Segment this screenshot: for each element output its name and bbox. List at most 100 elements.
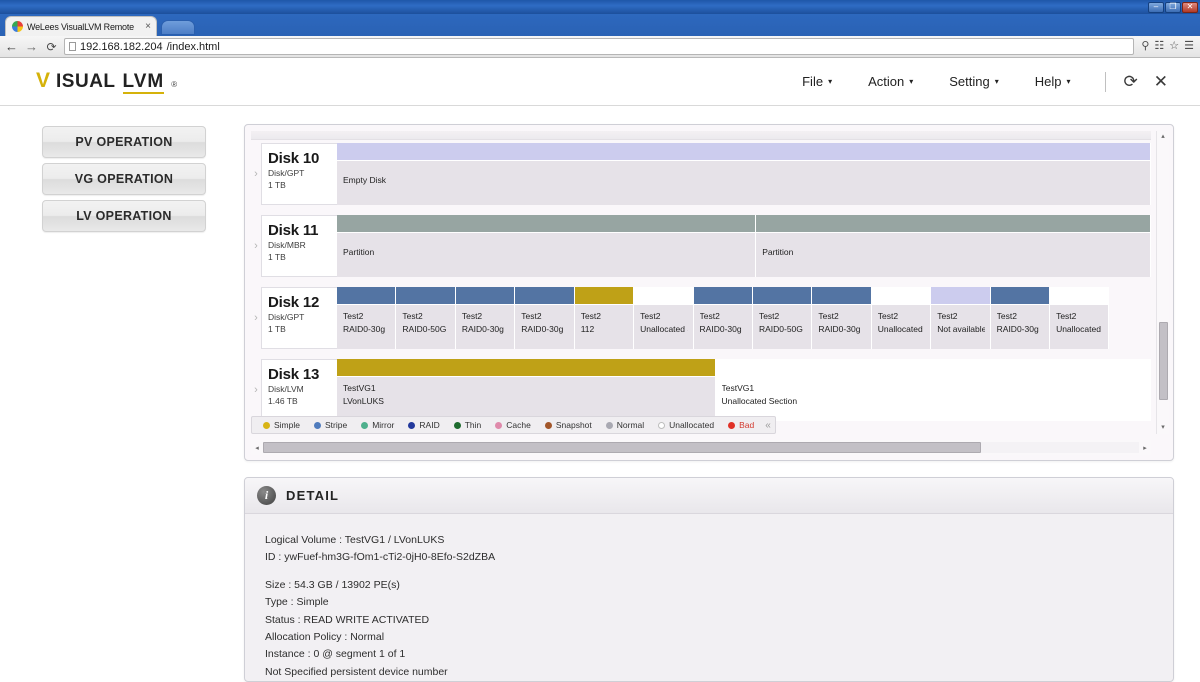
disk-segment[interactable]: Test2 RAID0-30g: [990, 287, 1051, 349]
window-close-button[interactable]: ✕: [1182, 1, 1198, 13]
disk-expand-icon[interactable]: ›: [251, 359, 261, 421]
disk-segment[interactable]: Test2 112: [574, 287, 635, 349]
segment-volume-label: RAID0-30g: [521, 324, 564, 335]
detail-persistent-device: Not Specified persistent device number: [265, 665, 448, 678]
sidebar-item-label: VG OPERATION: [74, 172, 174, 186]
detail-status: Status : READ WRITE ACTIVATED: [265, 613, 430, 626]
browser-tab[interactable]: WeLees VisualLVM Remote ×: [5, 16, 157, 36]
segment-color-bar: [812, 287, 871, 304]
menu-action[interactable]: Action ▾: [850, 70, 931, 93]
disk-expand-icon[interactable]: ›: [251, 287, 261, 349]
disk-segment[interactable]: Test2 RAID0-30g: [337, 287, 397, 349]
legend-collapse-icon[interactable]: «: [761, 420, 771, 431]
disk-segment[interactable]: Test2 RAID0-50G: [396, 287, 456, 349]
segment-group-label: Test2: [461, 311, 483, 321]
sidebar-item-vg-operation[interactable]: VG OPERATION: [42, 163, 206, 195]
detail-id: ID : ywFuef-hm3G-fOm1-cTi2-0jH0-8Efo-S2d…: [265, 550, 496, 563]
url-path: /index.html: [166, 40, 220, 53]
app-logo: V ISUAL LVM ®: [36, 69, 177, 94]
main-content: › Disk 10 Disk/GPT 1 TB Empty Disk › Disk 11 Di…: [240, 106, 1200, 682]
scroll-down-icon[interactable]: ▾: [1161, 422, 1165, 434]
legend-color-dot: [544, 421, 552, 429]
legend-label: Cache: [506, 420, 531, 431]
segment-color-bar: [337, 287, 396, 304]
legend-color-dot: [453, 421, 461, 429]
disk-size: 1 TB: [268, 180, 286, 191]
scroll-right-icon[interactable]: ▸: [1139, 444, 1151, 452]
disk-row[interactable]: › Disk 13 Disk/LVM 1.46 TB TestVG1 LVonLUKS Te…: [251, 359, 1151, 421]
legend-item: Snapshot: [538, 420, 599, 430]
disk-segment[interactable]: Test2 RAID0-50G: [752, 287, 813, 349]
segment-color-bar: [752, 287, 812, 304]
hscroll-thumb[interactable]: [263, 442, 982, 454]
vscroll-thumb[interactable]: [1159, 321, 1168, 400]
legend-color-dot: [728, 421, 736, 429]
menu-setting[interactable]: Setting ▾: [931, 70, 1017, 93]
scroll-left-icon[interactable]: ◂: [251, 444, 263, 452]
new-tab-button[interactable]: [161, 20, 195, 35]
window-restore-button[interactable]: ❐: [1165, 1, 1181, 13]
window-minimize-button[interactable]: –: [1148, 1, 1164, 13]
reload-icon[interactable]: ⟳: [44, 41, 59, 53]
disk-expand-icon[interactable]: ›: [251, 215, 261, 277]
legend-item: Unallocated: [651, 420, 721, 430]
segment-color-bar: [396, 287, 455, 304]
back-icon[interactable]: ←: [4, 40, 19, 53]
tab-close-icon[interactable]: ×: [145, 21, 151, 32]
menu-help-label: Help: [1034, 74, 1062, 89]
key-icon[interactable]: ⚲: [1141, 41, 1149, 52]
disk-segment[interactable]: Test2 Unallocated: [1050, 287, 1110, 349]
menu-action-label: Action: [868, 74, 905, 89]
extension-icon[interactable]: ☷: [1154, 41, 1164, 52]
bookmark-star-icon[interactable]: ☆: [1169, 41, 1179, 52]
segment-group-label: Test2: [937, 311, 958, 321]
sidebar: PV OPERATION VG OPERATION LV OPERATION: [0, 106, 240, 682]
sidebar-item-lv-operation[interactable]: LV OPERATION: [42, 200, 206, 232]
chevron-down-icon: ▾: [994, 77, 999, 86]
disk-segment[interactable]: Test2 Not available: [931, 287, 991, 349]
disk-segment[interactable]: Partition: [337, 215, 757, 277]
refresh-icon[interactable]: ⟳: [1116, 73, 1146, 90]
sidebar-item-pv-operation[interactable]: PV OPERATION: [42, 126, 206, 158]
disk-segment[interactable]: Test2 RAID0-30g: [693, 287, 753, 349]
disk-segment[interactable]: Test2 RAID0-30g: [812, 287, 872, 349]
menu-file[interactable]: File ▾: [784, 70, 850, 93]
disk-segment[interactable]: Test2 RAID0-30g: [515, 287, 575, 349]
legend-color-dot: [408, 421, 416, 429]
disk-row[interactable]: › Disk 12 Disk/GPT 1 TB Test2 RAID0-30g Test2 R…: [251, 287, 1151, 349]
disk-segment[interactable]: Test2 RAID0-30g: [455, 287, 516, 349]
browser-menu-icon[interactable]: ☰: [1184, 41, 1194, 52]
disk-segment[interactable]: TestVG1 LVonLUKS: [337, 359, 716, 421]
main-menu: File ▾ Action ▾ Setting ▾ Help ▾ ⟳ ✕: [784, 70, 1176, 93]
legend-color-dot: [495, 421, 503, 429]
address-bar[interactable]: 192.168.182.204/index.html: [64, 38, 1135, 55]
disk-type: Disk/GPT: [268, 168, 305, 178]
legend-color-dot: [263, 421, 270, 429]
close-icon[interactable]: ✕: [1146, 73, 1176, 90]
info-icon: i: [257, 485, 276, 505]
forward-icon[interactable]: →: [24, 40, 39, 53]
vscroll-track[interactable]: [1157, 143, 1169, 422]
disk-segments: Test2 RAID0-30g Test2 RAID0-50G Test2 RAID0-3…: [337, 287, 1151, 349]
legend-item: RAID: [401, 420, 446, 430]
disk-segment[interactable]: TestVG1 Unallocated Section: [715, 359, 1151, 421]
url-host: 192.168.182.204: [80, 40, 163, 53]
legend-item: Bad: [721, 420, 761, 430]
disk-expand-icon[interactable]: ›: [251, 143, 261, 205]
disk-panel-horizontal-scrollbar[interactable]: ◂ ▸: [251, 440, 1151, 456]
disk-segment[interactable]: Test2 Unallocated Se: [634, 287, 694, 349]
segment-body: Test2 Unallocated Se: [634, 304, 693, 349]
disk-segment[interactable]: Empty Disk: [337, 143, 1151, 205]
disk-segment[interactable]: Partition: [756, 215, 1151, 277]
menu-help[interactable]: Help ▾: [1017, 70, 1089, 93]
hscroll-track[interactable]: [263, 442, 1139, 454]
segment-color-bar: [337, 143, 1150, 160]
segment-body: Test2 Not available: [931, 304, 990, 349]
segment-label: Partition: [343, 247, 375, 257]
disk-type: Disk/GPT: [268, 312, 305, 322]
disk-panel-vertical-scrollbar[interactable]: ▴ ▾: [1156, 131, 1169, 435]
disk-row[interactable]: › Disk 11 Disk/MBR 1 TB Partition Partition: [251, 215, 1151, 277]
scroll-up-icon[interactable]: ▴: [1161, 131, 1165, 143]
disk-segment[interactable]: Test2 Unallocated Se: [871, 287, 932, 349]
disk-row[interactable]: › Disk 10 Disk/GPT 1 TB Empty Disk: [251, 143, 1151, 205]
